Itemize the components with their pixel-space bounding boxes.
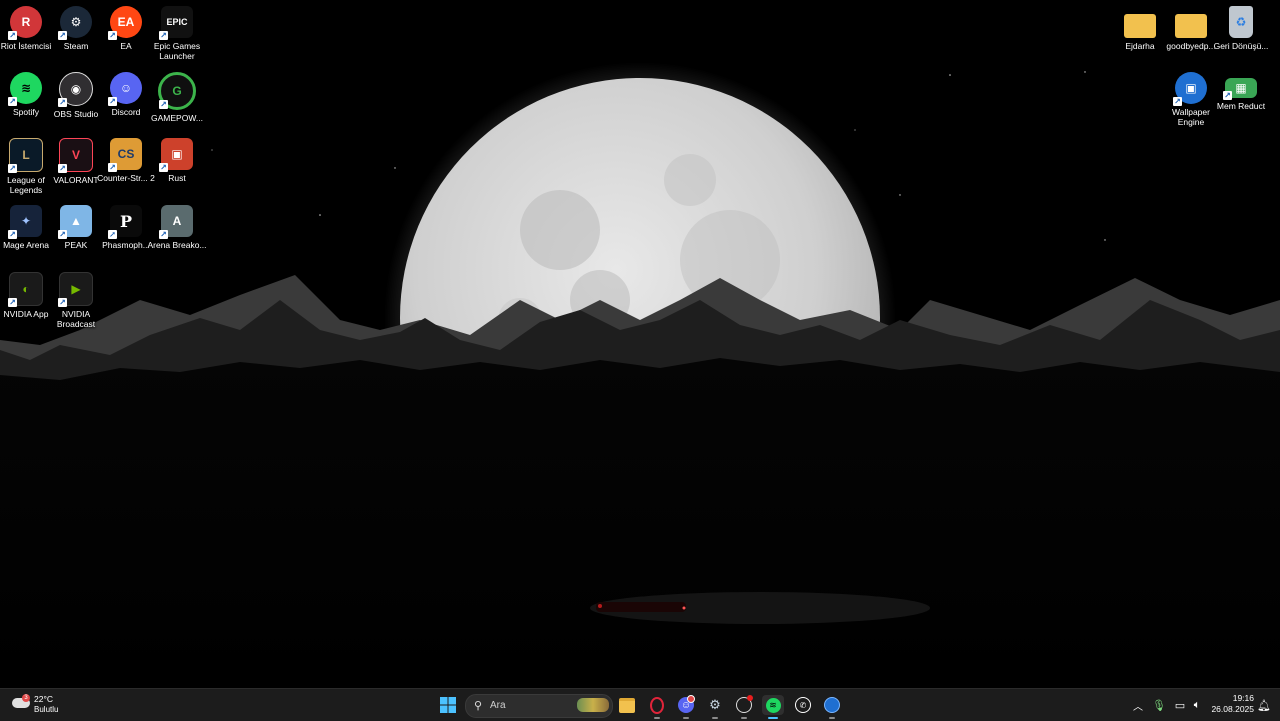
riot-icon: R ↗ bbox=[8, 6, 42, 40]
wallpaper-engine-icon bbox=[824, 697, 840, 713]
epic-games-icon: EPIC ↗ bbox=[159, 6, 193, 40]
nvidia-app-icon: ◐ ↗ bbox=[8, 272, 43, 307]
counter-strike-icon: CS ↗ bbox=[108, 138, 142, 172]
recording-dot bbox=[747, 695, 753, 701]
taskbar-spotify[interactable]: ≋ bbox=[762, 695, 784, 719]
desktop-icon-mage-arena[interactable]: ✦ ↗ Mage Arena bbox=[0, 205, 52, 250]
speaker-icon: 🔈︎ bbox=[1193, 698, 1201, 711]
taskbar-file-explorer[interactable] bbox=[616, 695, 638, 715]
clock[interactable]: 19:16 26.08.2025 bbox=[1208, 693, 1254, 714]
desktop-icon-nvidia-app[interactable]: ◐ ↗ NVIDIA App bbox=[0, 272, 52, 319]
peak-icon: ▲ ↗ bbox=[58, 205, 92, 239]
spotify-icon: ≋ bbox=[765, 697, 781, 713]
desktop-icon-peak[interactable]: ▲ ↗ PEAK bbox=[50, 205, 102, 250]
mage-arena-icon: ✦ ↗ bbox=[8, 205, 42, 239]
search-highlight-image bbox=[577, 698, 609, 712]
weather-widget[interactable]: 3 22°C Bulutlu bbox=[10, 692, 80, 718]
desktop-icon-arena-breakout[interactable]: A ↗ Arena Breako... bbox=[147, 205, 207, 250]
desktop-icon-epic[interactable]: EPIC ↗ Epic Games Launcher bbox=[151, 6, 203, 61]
volume-button[interactable]: 🔈︎ bbox=[1186, 695, 1208, 715]
weather-temp: 22°C bbox=[34, 694, 53, 704]
taskbar-whatsapp[interactable]: ✆ bbox=[792, 695, 814, 715]
opera-icon bbox=[650, 696, 664, 714]
show-hidden-icons-button[interactable]: ︿ bbox=[1127, 695, 1149, 715]
clock-time: 19:16 bbox=[1232, 693, 1254, 703]
arena-breakout-icon: A ↗ bbox=[159, 205, 193, 239]
valorant-icon: V ↗ bbox=[58, 138, 93, 173]
rust-icon: ▣ ↗ bbox=[159, 138, 193, 172]
desktop-icon-discord[interactable]: ☺ ↗ Discord bbox=[100, 72, 152, 117]
taskbar: 3 22°C Bulutlu ⚲ Ara ☺ ⚙ ≋ ✆ ︿ 🎙︎ ▭ 🔈︎ 1… bbox=[0, 688, 1280, 721]
clock-date: 26.08.2025 bbox=[1211, 704, 1254, 714]
nvidia-broadcast-icon: ▶ ↗ bbox=[58, 272, 93, 307]
notification-dot bbox=[687, 695, 695, 703]
desktop-icon-label: Geri Dönüşü... bbox=[1213, 41, 1269, 51]
desktop-icon-phasmophobia[interactable]: P ↗ Phasmoph... bbox=[100, 205, 152, 250]
folder-icon bbox=[1175, 14, 1207, 38]
file-explorer-icon bbox=[619, 697, 635, 713]
desktop-icon-folder-goodbyedp[interactable]: goodbyedp... bbox=[1165, 6, 1217, 51]
desktop-icon-league[interactable]: L ↗ League of Legends bbox=[0, 138, 52, 195]
desktop-icon-label: GAMEPOW... bbox=[151, 113, 203, 123]
desktop-icon-label: Arena Breako... bbox=[147, 240, 207, 250]
chevron-up-icon: ︿ bbox=[1133, 701, 1143, 713]
desktop-icon-mem-reduct[interactable]: ▦ ↗ Mem Reduct bbox=[1215, 72, 1267, 111]
start-button[interactable] bbox=[437, 695, 459, 715]
taskbar-discord[interactable]: ☺ bbox=[675, 695, 697, 719]
desktop-icon-rust[interactable]: ▣ ↗ Rust bbox=[151, 138, 203, 183]
phasmophobia-icon: P ↗ bbox=[108, 205, 142, 239]
desktop-icon-label: Rust bbox=[168, 173, 186, 183]
wallpaper-engine-icon: ▣ ↗ bbox=[1173, 72, 1207, 106]
desktop-icon-gamepower[interactable]: G ↗ GAMEPOW... bbox=[151, 72, 203, 123]
start-icon bbox=[440, 697, 456, 713]
desktop-icon-nvidia-broadcast[interactable]: ▶ ↗ NVIDIA Broadcast bbox=[50, 272, 102, 329]
weather-badge: 3 bbox=[22, 694, 30, 702]
desktop-icon-label: Mem Reduct bbox=[1216, 101, 1266, 111]
desktop-icon-counter-strike[interactable]: CS ↗ Counter-Str... 2 bbox=[97, 138, 155, 183]
desktop-icon-ea[interactable]: EA ↗ EA bbox=[100, 6, 152, 51]
whatsapp-icon: ✆ bbox=[795, 697, 811, 713]
search-icon: ⚲ bbox=[474, 700, 483, 712]
mem-reduct-icon: ▦ ↗ bbox=[1223, 78, 1257, 100]
desktop-icon-label: NVIDIA Broadcast bbox=[56, 309, 96, 329]
microphone-icon: 🎙︎ bbox=[1152, 699, 1166, 712]
notification-button[interactable]: 🔔︎ bbox=[1253, 695, 1275, 715]
desktop-icon-steam[interactable]: ⚙ ↗ Steam bbox=[50, 6, 102, 51]
desktop-icon-wallpaper-engine[interactable]: ▣ ↗ Wallpaper Engine bbox=[1165, 72, 1217, 127]
desktop-icon-folder-ejdarha[interactable]: Ejdarha bbox=[1114, 6, 1166, 51]
folder-icon bbox=[1124, 14, 1156, 38]
desktop-icon-obs[interactable]: ◉ ↗ OBS Studio bbox=[50, 72, 102, 119]
desktop-icon-valorant[interactable]: V ↗ VALORANT bbox=[50, 138, 102, 185]
taskbar-obs[interactable] bbox=[733, 695, 755, 719]
discord-icon: ☺ ↗ bbox=[108, 72, 142, 106]
network-icon: ▭ bbox=[1174, 699, 1186, 712]
search-box[interactable]: ⚲ Ara bbox=[465, 694, 613, 718]
obs-icon: ◉ ↗ bbox=[58, 72, 93, 107]
weather-condition: Bulutlu bbox=[34, 705, 59, 714]
desktop-icon-recycle-bin[interactable]: ♻ Geri Dönüşü... bbox=[1214, 6, 1268, 51]
microphone-button[interactable]: 🎙︎ bbox=[1148, 695, 1170, 715]
desktop-icon-spotify[interactable]: ≋ ↗ Spotify bbox=[0, 72, 52, 117]
desktop-icon-label: Epic Games Launcher bbox=[153, 41, 201, 61]
spotify-icon: ≋ ↗ bbox=[8, 72, 42, 106]
steam-icon: ⚙ ↗ bbox=[58, 6, 92, 40]
search-placeholder: Ara bbox=[490, 700, 506, 711]
league-icon: L ↗ bbox=[8, 138, 43, 173]
ea-icon: EA ↗ bbox=[108, 6, 142, 40]
bell-icon: 🔔︎ bbox=[1257, 699, 1271, 712]
taskbar-steam[interactable]: ⚙ bbox=[704, 695, 726, 719]
desktop-icon-riot[interactable]: R ↗ Riot İstemcisi bbox=[0, 6, 52, 51]
recycle-bin-icon: ♻ bbox=[1229, 6, 1253, 38]
taskbar-wallpaper-engine[interactable] bbox=[821, 695, 843, 719]
taskbar-opera[interactable] bbox=[646, 695, 668, 719]
gamepower-icon: G ↗ bbox=[158, 72, 196, 110]
steam-icon: ⚙ bbox=[709, 697, 721, 712]
